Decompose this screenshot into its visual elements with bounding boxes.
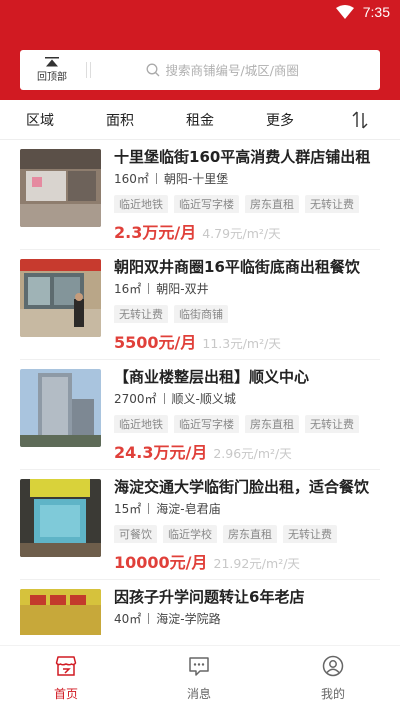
listing-meta: 16㎡ 朝阳-双井 <box>114 281 380 297</box>
sort-icon[interactable] <box>352 111 368 129</box>
listing-price-row: 24.3万元/月 2.96元/m²/天 <box>114 439 380 463</box>
tab-label: 我的 <box>320 687 345 701</box>
listing-tag: 临近学校 <box>163 525 217 543</box>
wifi-icon <box>336 5 354 19</box>
listing-thumbnail <box>20 259 101 337</box>
listing-price-row: 2.3万元/月 4.79元/m²/天 <box>114 219 380 243</box>
listing-item[interactable]: 十里堡临街160平高消费人群店铺出租 160㎡ 朝阳-十里堡 临近地铁 临近写字楼房… <box>20 140 380 250</box>
filter-area[interactable]: 面积 <box>106 110 134 130</box>
listing-tag: 临近写字楼 <box>174 415 239 433</box>
tab-label: 消息 <box>186 687 211 701</box>
listing-price: 5500元/月 <box>114 333 197 352</box>
listing-tags: 临近地铁 临近写字楼 房东直租 无转让费 <box>114 193 380 213</box>
listing-area: 16㎡ <box>114 282 142 296</box>
listing-tag: 临近写字楼 <box>174 195 239 213</box>
listing-title: 十里堡临街160平高消费人群店铺出租 <box>114 148 371 166</box>
listing-thumbnail <box>20 589 101 635</box>
tab-profile[interactable]: 我的 <box>293 646 373 710</box>
app-header: 7:35 回顶部 <box>0 0 400 100</box>
listing-tag: 无转让费 <box>283 525 337 543</box>
listing-tags: 可餐饮 临近学校 房东直租 无转让费 <box>114 523 380 543</box>
listing-meta: 160㎡ 朝阳-十里堡 <box>114 171 380 187</box>
status-bar: 7:35 <box>0 0 400 26</box>
filter-bar: 区域 面积 租金 更多 <box>0 100 400 140</box>
search-field[interactable] <box>91 50 380 90</box>
listing-tags: 临近地铁 临近写字楼 房东直租 无转让费 <box>114 413 380 433</box>
listing-meta: 15㎡ 海淀-皂君庙 <box>114 501 380 517</box>
divider <box>148 503 150 514</box>
listing-title: 朝阳双井商圈16平临街底商出租餐饮 <box>114 258 360 276</box>
tab-home[interactable]: 首页 <box>26 646 106 710</box>
profile-icon <box>322 655 344 677</box>
listing-unit-price: 21.92元/m²/天 <box>213 556 300 571</box>
search-icon <box>146 63 159 77</box>
listing-item[interactable]: 因孩子升学问题转让6年老店 40㎡ 海淀-学院路 <box>20 580 380 635</box>
listing-price: 2.3万元/月 <box>114 223 197 242</box>
filter-region[interactable]: 区域 <box>26 110 54 130</box>
listing-info: 十里堡临街160平高消费人群店铺出租 160㎡ 朝阳-十里堡 临近地铁 临近写字楼房… <box>114 146 380 243</box>
listing-info: 朝阳双井商圈16平临街底商出租餐饮 16㎡ 朝阳-双井 无转让费 临街商铺 5500… <box>114 256 380 353</box>
search-bar: 回顶部 <box>20 50 380 90</box>
bottom-tab-bar: 首页 消息 我的 <box>0 645 400 710</box>
listing-thumbnail <box>20 479 101 557</box>
divider <box>163 393 165 404</box>
listing-tag: 临街商铺 <box>174 305 228 323</box>
listing-info: 因孩子升学问题转让6年老店 40㎡ 海淀-学院路 <box>114 586 380 627</box>
filter-rent[interactable]: 租金 <box>186 110 214 130</box>
listing-meta: 2700㎡ 顺义-顺义城 <box>114 391 380 407</box>
back-to-top-button[interactable]: 回顶部 <box>20 50 84 90</box>
listing-thumbnail <box>20 369 101 447</box>
divider <box>148 283 150 294</box>
listing-price-row: 10000元/月 21.92元/m²/天 <box>114 549 380 573</box>
home-store-icon <box>55 656 77 676</box>
listing-info: 【商业楼整层出租】顺义中心 2700㎡ 顺义-顺义城 临近地铁 临近写字楼 房东直租无… <box>114 366 380 463</box>
message-icon <box>189 657 209 676</box>
listing-location: 顺义-顺义城 <box>171 392 236 406</box>
listing-tag: 房东直租 <box>245 195 299 213</box>
listing-title: 海淀交通大学临街门脸出租，适合餐饮 <box>114 478 370 496</box>
listing-area: 2700㎡ <box>114 392 157 406</box>
listing-unit-price: 2.96元/m²/天 <box>213 446 292 461</box>
listing-area: 160㎡ <box>114 172 149 186</box>
divider <box>86 62 87 78</box>
listing-title: 【商业楼整层出租】顺义中心 <box>114 368 310 386</box>
listing-price: 10000元/月 <box>114 553 208 572</box>
listing-info: 海淀交通大学临街门脸出租，适合餐饮 15㎡ 海淀-皂君庙 可餐饮 临近学校 房东直租无… <box>114 476 380 573</box>
status-time: 7:35 <box>362 4 390 20</box>
search-input[interactable] <box>165 62 326 78</box>
arrow-up-icon <box>45 57 59 67</box>
listing-unit-price: 4.79元/m²/天 <box>202 226 281 241</box>
tab-messages[interactable]: 消息 <box>159 646 239 710</box>
listing-list: 十里堡临街160平高消费人群店铺出租 160㎡ 朝阳-十里堡 临近地铁 临近写字楼房… <box>0 140 400 635</box>
listing-tag: 可餐饮 <box>114 525 157 543</box>
listing-title: 因孩子升学问题转让6年老店 <box>114 588 305 606</box>
listing-tag: 房东直租 <box>223 525 277 543</box>
listing-tag: 无转让费 <box>305 415 359 433</box>
divider <box>155 173 157 184</box>
back-to-top-label: 回顶部 <box>37 72 67 83</box>
listing-tag: 临近地铁 <box>114 415 168 433</box>
divider <box>148 613 150 624</box>
listing-item[interactable]: 朝阳双井商圈16平临街底商出租餐饮 16㎡ 朝阳-双井 无转让费 临街商铺 5500… <box>20 250 380 360</box>
listing-price-row: 5500元/月 11.3元/m²/天 <box>114 329 380 353</box>
listing-location: 海淀-皂君庙 <box>156 502 221 516</box>
listing-location: 海淀-学院路 <box>156 612 221 626</box>
listing-unit-price: 11.3元/m²/天 <box>202 336 281 351</box>
listing-item[interactable]: 海淀交通大学临街门脸出租，适合餐饮 15㎡ 海淀-皂君庙 可餐饮 临近学校 房东直租无… <box>20 470 380 580</box>
listing-price: 24.3万元/月 <box>114 443 208 462</box>
listing-area: 15㎡ <box>114 502 142 516</box>
listing-thumbnail <box>20 149 101 227</box>
listing-tag: 无转让费 <box>305 195 359 213</box>
listing-tag: 临近地铁 <box>114 195 168 213</box>
listing-area: 40㎡ <box>114 612 142 626</box>
listing-location: 朝阳-双井 <box>156 282 209 296</box>
listing-item[interactable]: 【商业楼整层出租】顺义中心 2700㎡ 顺义-顺义城 临近地铁 临近写字楼 房东直租无… <box>20 360 380 470</box>
listing-tag: 无转让费 <box>114 305 168 323</box>
filter-more[interactable]: 更多 <box>266 110 294 130</box>
tab-label: 首页 <box>53 687 78 701</box>
listing-tag: 房东直租 <box>245 415 299 433</box>
listing-tags: 无转让费 临街商铺 <box>114 303 380 323</box>
listing-location: 朝阳-十里堡 <box>163 172 229 186</box>
listing-meta: 40㎡ 海淀-学院路 <box>114 611 380 627</box>
